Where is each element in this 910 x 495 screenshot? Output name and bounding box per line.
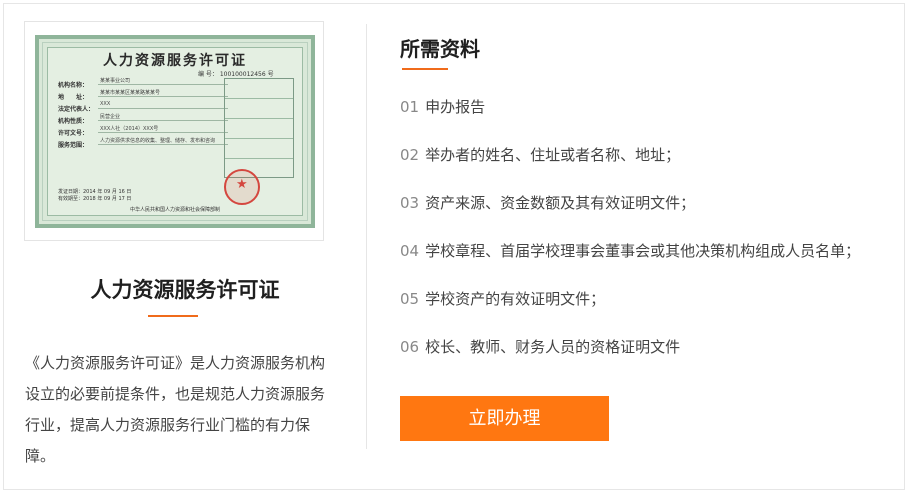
official-seal-icon: [224, 169, 260, 205]
certificate-field: 法定代表人： XXX: [58, 101, 228, 114]
certificate-field: 地 址： 某某市某某区某某路某某号: [58, 90, 228, 102]
certificate-annual-check-table: [224, 78, 294, 178]
certificate-number: 编 号： 100100012456 号: [198, 69, 274, 78]
certificate-field: 服务范围： 人力资源供求信息的收集、整理、储存、发布和咨询: [58, 138, 228, 150]
certificate-title: 人力资源服务许可证: [103, 53, 247, 69]
license-description: 《人力资源服务许可证》是人力资源服务机构设立的必要前提条件，也是规范人力资源服务…: [25, 354, 326, 465]
certificate-number-label: 编 号：: [198, 71, 218, 78]
requirement-item: 03 资产来源、资金数额及其有效证明文件；: [400, 194, 696, 212]
certificate-number-suffix: 号: [267, 71, 274, 78]
requirement-item: 04 学校章程、首届学校理事会董事会或其他决策机构组成人员名单；: [400, 242, 861, 260]
certificate-dates: 发证日期：2014 年 09 月 16 日 有效期至：2018 年 09 月 1…: [58, 189, 131, 203]
apply-now-button[interactable]: 立即办理: [400, 396, 609, 441]
certificate-footer: 中华人民共和国人力资源和社会保障部制: [129, 207, 220, 213]
requirement-item: 06 校长、教师、财务人员的资格证明文件: [400, 338, 681, 356]
requirement-item: 05 学校资产的有效证明文件；: [400, 290, 606, 308]
requirements-accent-line: [402, 68, 448, 70]
certificate-body: 人力资源服务许可证 编 号： 100100012456 号 机构名称： 某某事业公…: [47, 47, 303, 216]
certificate-image: 人力资源服务许可证 编 号： 100100012456 号 机构名称： 某某事业公…: [35, 35, 315, 228]
certificate-valid-date: 有效期至：2018 年 09 月 17 日: [58, 196, 132, 202]
requirement-item: 01 申办报告: [400, 98, 486, 116]
certificate-number-value: 100100012456: [219, 71, 266, 78]
license-title: 人力资源服务许可证: [90, 278, 280, 302]
requirement-item: 02 举办者的姓名、住址或者名称、地址；: [400, 146, 681, 164]
certificate-issue-date: 发证日期：2014 年 09 月 16 日: [58, 189, 132, 195]
service-card: 人力资源服务许可证 编 号： 100100012456 号 机构名称： 某某事业公…: [3, 3, 905, 490]
certificate-image-frame: 人力资源服务许可证 编 号： 100100012456 号 机构名称： 某某事业公…: [24, 21, 324, 241]
left-panel: 人力资源服务许可证 编 号： 100100012456 号 机构名称： 某某事业公…: [4, 4, 366, 489]
certificate-fields: 机构名称： 某某事业公司 地 址： 某某市某某区某某路某某号 法定代表人： XXX 机…: [58, 78, 228, 150]
title-accent-line: [148, 315, 198, 317]
column-divider: [366, 24, 367, 449]
requirements-title: 所需资料: [400, 37, 480, 61]
